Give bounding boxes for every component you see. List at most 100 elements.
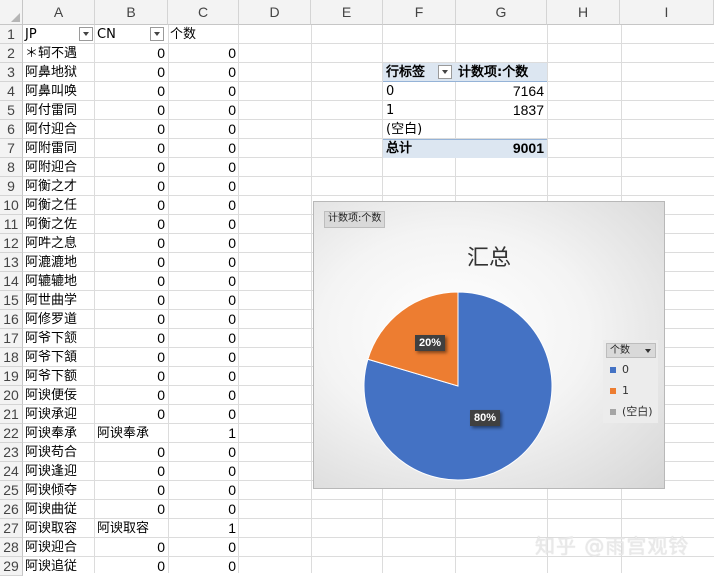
cell-count[interactable]: 0 — [168, 291, 239, 310]
row-header[interactable]: 18 — [0, 348, 23, 367]
row-header[interactable]: 8 — [0, 158, 23, 177]
row-header[interactable]: 12 — [0, 234, 23, 253]
column-header[interactable]: A — [23, 0, 95, 25]
column-header[interactable]: H — [547, 0, 620, 25]
cell-jp[interactable]: 阿付迎合 — [23, 120, 95, 139]
cell-jp[interactable]: 阿谀奉承 — [23, 424, 95, 443]
cell-cn[interactable]: 阿谀奉承 — [95, 424, 168, 443]
header-cell-count[interactable]: 个数 — [168, 25, 238, 44]
cell-cn[interactable]: 0 — [95, 291, 168, 310]
row-header[interactable]: 3 — [0, 63, 23, 82]
header-cell-cn[interactable]: CN — [95, 25, 150, 44]
row-header[interactable]: 7 — [0, 139, 23, 158]
cell-jp[interactable]: 阿衡之才 — [23, 177, 95, 196]
cell-cn[interactable]: 0 — [95, 367, 168, 386]
header-cell-jp[interactable]: JP — [23, 25, 83, 44]
autofilter-dropdown-icon[interactable] — [79, 27, 93, 41]
cell-count[interactable]: 0 — [168, 44, 239, 63]
cell-cn[interactable]: 0 — [95, 82, 168, 101]
cell-jp[interactable]: ＊轲不遇 — [23, 44, 95, 63]
cell-cn[interactable]: 0 — [95, 272, 168, 291]
pivot-chart[interactable]: 计数项:个数 汇总 20% 80% 个数 0 1 (空白) — [313, 201, 665, 489]
cell-jp[interactable]: 阿谀苟合 — [23, 443, 95, 462]
row-header[interactable]: 26 — [0, 500, 23, 519]
row-header[interactable]: 16 — [0, 310, 23, 329]
row-header[interactable]: 15 — [0, 291, 23, 310]
cell-jp[interactable]: 阿辘辘地 — [23, 272, 95, 291]
column-header[interactable]: C — [168, 0, 239, 25]
cell-cn[interactable]: 0 — [95, 101, 168, 120]
cell-cn[interactable]: 0 — [95, 538, 168, 557]
column-header[interactable]: D — [239, 0, 311, 25]
cell-cn[interactable]: 阿谀取容 — [95, 519, 168, 538]
cell-count[interactable]: 0 — [168, 139, 239, 158]
cell-jp[interactable]: 阿谀倾夺 — [23, 481, 95, 500]
cell-jp[interactable]: 阿付雷同 — [23, 101, 95, 120]
cell-cn[interactable]: 0 — [95, 310, 168, 329]
cell-count[interactable]: 0 — [168, 82, 239, 101]
cell-cn[interactable]: 0 — [95, 405, 168, 424]
cell-jp[interactable]: 阿谀取容 — [23, 519, 95, 538]
cell-count[interactable]: 0 — [168, 234, 239, 253]
row-header[interactable]: 6 — [0, 120, 23, 139]
cell-count[interactable]: 0 — [168, 557, 239, 576]
cell-count[interactable]: 0 — [168, 500, 239, 519]
cell-cn[interactable]: 0 — [95, 63, 168, 82]
cell-count[interactable]: 0 — [168, 348, 239, 367]
cell-count[interactable]: 0 — [168, 253, 239, 272]
cell-count[interactable]: 0 — [168, 386, 239, 405]
cell-count[interactable]: 0 — [168, 443, 239, 462]
pivot-filter-dropdown-icon[interactable] — [438, 65, 452, 79]
column-header[interactable]: F — [383, 0, 456, 25]
cell-jp[interactable]: 阿谀承迎 — [23, 405, 95, 424]
legend-field-button[interactable]: 个数 — [606, 343, 656, 358]
cell-jp[interactable]: 阿爷下颔 — [23, 329, 95, 348]
cell-count[interactable]: 0 — [168, 63, 239, 82]
cell-cn[interactable]: 0 — [95, 120, 168, 139]
row-header[interactable]: 9 — [0, 177, 23, 196]
cell-cn[interactable]: 0 — [95, 557, 168, 576]
row-header[interactable]: 11 — [0, 215, 23, 234]
cell-cn[interactable]: 0 — [95, 481, 168, 500]
cell-count[interactable]: 0 — [168, 329, 239, 348]
row-header[interactable]: 13 — [0, 253, 23, 272]
row-header[interactable]: 2 — [0, 44, 23, 63]
cell-cn[interactable]: 0 — [95, 500, 168, 519]
cell-jp[interactable]: 阿鼻地狱 — [23, 63, 95, 82]
row-header[interactable]: 27 — [0, 519, 23, 538]
cell-jp[interactable]: 阿爷下额 — [23, 367, 95, 386]
cell-jp[interactable]: 阿谀迎合 — [23, 538, 95, 557]
cell-jp[interactable]: 阿吽之息 — [23, 234, 95, 253]
column-header[interactable]: B — [95, 0, 168, 25]
cell-cn[interactable]: 0 — [95, 386, 168, 405]
cell-cn[interactable]: 0 — [95, 443, 168, 462]
cell-jp[interactable]: 阿附雷同 — [23, 139, 95, 158]
autofilter-dropdown-icon[interactable] — [150, 27, 164, 41]
column-header[interactable]: E — [311, 0, 383, 25]
cell-jp[interactable]: 阿世曲学 — [23, 291, 95, 310]
cell-count[interactable]: 0 — [168, 272, 239, 291]
cell-cn[interactable]: 0 — [95, 348, 168, 367]
cell-count[interactable]: 0 — [168, 405, 239, 424]
cell-cn[interactable]: 0 — [95, 139, 168, 158]
cell-cn[interactable]: 0 — [95, 329, 168, 348]
cell-cn[interactable]: 0 — [95, 462, 168, 481]
cell-count[interactable]: 0 — [168, 462, 239, 481]
column-header[interactable]: I — [620, 0, 714, 25]
cell-count[interactable]: 1 — [168, 424, 239, 443]
cell-count[interactable]: 0 — [168, 177, 239, 196]
cell-jp[interactable]: 阿谀逢迎 — [23, 462, 95, 481]
row-header[interactable]: 28 — [0, 538, 23, 557]
cell-count[interactable]: 0 — [168, 120, 239, 139]
cell-cn[interactable]: 0 — [95, 215, 168, 234]
row-header[interactable]: 21 — [0, 405, 23, 424]
row-header[interactable]: 10 — [0, 196, 23, 215]
cell-count[interactable]: 0 — [168, 158, 239, 177]
cell-jp[interactable]: 阿谀曲従 — [23, 500, 95, 519]
row-header[interactable]: 24 — [0, 462, 23, 481]
cell-cn[interactable]: 0 — [95, 177, 168, 196]
row-header[interactable]: 25 — [0, 481, 23, 500]
cell-jp[interactable]: 阿衡之佐 — [23, 215, 95, 234]
chart-legend[interactable]: 个数 0 1 (空白) — [603, 340, 658, 423]
cell-cn[interactable]: 0 — [95, 253, 168, 272]
